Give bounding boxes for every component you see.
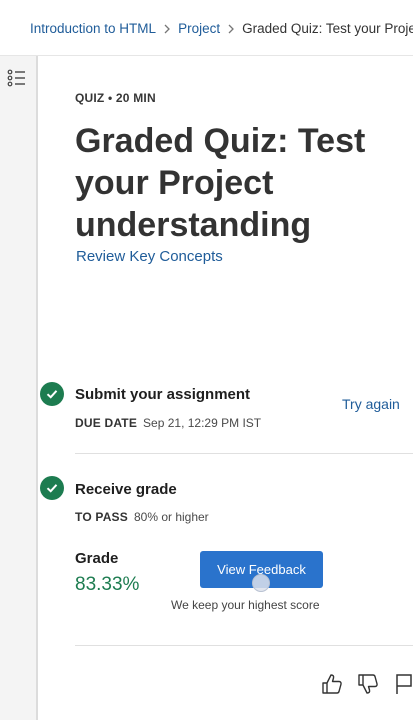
grade-label: Grade — [75, 550, 119, 567]
breadcrumb: Introduction to HTML Project Graded Quiz… — [30, 20, 413, 38]
assignment-meta: QUIZ • 20 MIN — [75, 91, 156, 105]
page-title: Graded Quiz: Test your Project understan… — [75, 122, 366, 244]
thumbs-up-icon[interactable] — [321, 673, 343, 695]
review-key-concepts-link[interactable]: Review Key Concepts — [76, 248, 223, 265]
highest-score-note: We keep your highest score — [171, 598, 320, 612]
main-content: QUIZ • 20 MIN Graded Quiz: Test your Pro… — [38, 56, 413, 720]
table-of-contents-icon[interactable] — [7, 68, 27, 88]
divider — [75, 645, 413, 646]
cursor-indicator — [252, 574, 270, 592]
breadcrumb-item-module[interactable]: Project — [178, 20, 220, 38]
submit-assignment-title: Submit your assignment — [75, 386, 251, 403]
checkmark-icon — [40, 476, 64, 500]
try-again-link[interactable]: Try again — [342, 396, 400, 412]
to-pass-label: TO PASS — [75, 510, 128, 524]
divider — [75, 453, 413, 454]
breadcrumb-current: Graded Quiz: Test your Project unc — [242, 21, 413, 36]
breadcrumb-item-course[interactable]: Introduction to HTML — [30, 20, 156, 38]
due-date-value: Sep 21, 12:29 PM IST — [143, 416, 262, 430]
chevron-right-icon — [156, 24, 178, 34]
breadcrumb-bar: Introduction to HTML Project Graded Quiz… — [0, 0, 413, 56]
checkmark-icon — [40, 382, 64, 406]
receive-grade-title: Receive grade — [75, 481, 177, 498]
chevron-right-icon — [220, 24, 242, 34]
due-date: DUE DATE Sep 21, 12:29 PM IST — [75, 416, 261, 430]
passing-threshold: TO PASS 80% or higher — [75, 510, 209, 524]
flag-icon[interactable] — [393, 673, 413, 695]
due-date-label: DUE DATE — [75, 416, 138, 430]
sidebar — [0, 56, 38, 720]
grade-value: 83.33% — [75, 574, 140, 595]
thumbs-down-icon[interactable] — [357, 673, 379, 695]
to-pass-value: 80% or higher — [133, 510, 209, 524]
